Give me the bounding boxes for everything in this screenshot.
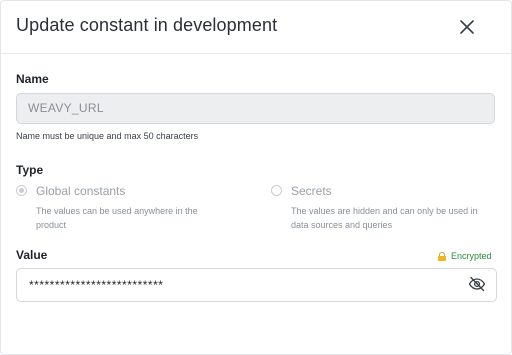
eye-off-icon[interactable] xyxy=(468,275,486,293)
name-help-text: Name must be unique and max 50 character… xyxy=(16,131,199,141)
type-label: Type xyxy=(16,163,44,177)
secrets-radio[interactable] xyxy=(271,185,282,196)
lock-icon xyxy=(437,251,447,261)
update-constant-dialog: Update constant in development Name WEAV… xyxy=(0,0,512,355)
global-constants-description-line: product xyxy=(36,220,67,230)
dialog-header: Update constant in development xyxy=(1,1,511,54)
value-label: Value xyxy=(16,248,48,262)
global-constants-description: The values can be used anywhere in the p… xyxy=(36,204,198,232)
dialog-title: Update constant in development xyxy=(16,15,278,35)
name-label: Name xyxy=(16,72,49,86)
value-input[interactable]: ************************** xyxy=(16,268,497,302)
global-constants-label[interactable]: Global constants xyxy=(36,184,125,198)
global-constants-radio[interactable] xyxy=(16,185,27,196)
global-constants-description-line: The values can be used anywhere in the xyxy=(36,206,198,216)
encrypted-label: Encrypted xyxy=(451,251,492,261)
name-input[interactable]: WEAVY_URL xyxy=(16,93,495,124)
encrypted-badge: Encrypted xyxy=(437,251,492,261)
secrets-description: The values are hidden and can only be us… xyxy=(291,204,478,232)
secrets-description-line: data sources and queries xyxy=(291,220,393,230)
secrets-description-line: The values are hidden and can only be us… xyxy=(291,206,478,216)
secrets-label[interactable]: Secrets xyxy=(291,184,332,198)
close-icon[interactable] xyxy=(457,17,477,37)
